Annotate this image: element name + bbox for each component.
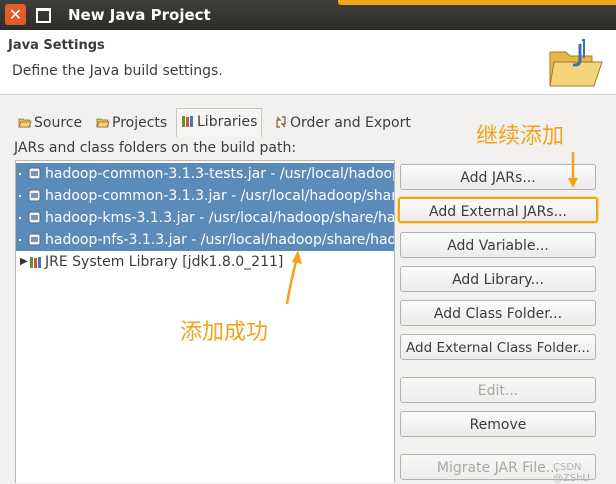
tree-item[interactable]: hadoop-common-3.1.3.jar - /usr/local/had… xyxy=(16,185,394,207)
source-folder-icon xyxy=(18,118,32,128)
order-export-icon xyxy=(276,116,286,128)
window-title: New Java Project xyxy=(68,6,211,24)
tab-libraries[interactable]: Libraries xyxy=(176,108,263,137)
build-path-label: JARs and class folders on the build path… xyxy=(14,140,297,156)
tree-item[interactable]: hadoop-common-3.1.3-tests.jar - /usr/loc… xyxy=(16,163,394,185)
tree-item-label: hadoop-kms-3.1.3.jar - /usr/local/hadoop… xyxy=(45,210,395,226)
close-icon: ✕ xyxy=(8,5,23,24)
tree-bullet-icon xyxy=(19,239,21,241)
close-button[interactable]: ✕ xyxy=(5,4,26,25)
projects-icon xyxy=(96,118,110,128)
tree-item-label: hadoop-common-3.1.3.jar - /usr/local/had… xyxy=(45,188,395,204)
tree-bullet-icon xyxy=(19,195,21,197)
tree-item-label: JRE System Library [jdk1.8.0_211] xyxy=(45,254,284,270)
java-project-folder-icon xyxy=(549,39,603,87)
annotation-continue-adding: 继续添加 xyxy=(476,124,565,149)
annotation-added-successfully: 添加成功 xyxy=(180,320,269,345)
remove-button[interactable]: Remove xyxy=(400,411,596,437)
tab-source[interactable]: Source xyxy=(14,110,86,136)
add-variable-button[interactable]: Add Variable... xyxy=(400,232,596,258)
wizard-header: Java Settings Define the Java build sett… xyxy=(0,30,616,95)
tab-projects[interactable]: Projects xyxy=(92,110,171,136)
watermark: CSDN @ZShU xyxy=(553,462,590,484)
tree-item[interactable]: ▶ JRE System Library [jdk1.8.0_211] xyxy=(16,251,394,273)
tree-item[interactable]: hadoop-nfs-3.1.3.jar - /usr/local/hadoop… xyxy=(16,229,394,251)
libraries-icon xyxy=(182,116,193,127)
expand-arrow-icon[interactable]: ▶ xyxy=(20,251,28,273)
tab-source-label: Source xyxy=(34,115,83,131)
add-class-folder-button[interactable]: Add Class Folder... xyxy=(400,300,596,326)
tree-item-label: hadoop-common-3.1.3-tests.jar - /usr/loc… xyxy=(45,166,395,182)
jar-icon xyxy=(28,189,41,202)
add-library-button[interactable]: Add Library... xyxy=(400,266,596,292)
jar-icon xyxy=(28,211,41,224)
edit-button[interactable]: Edit... xyxy=(400,377,596,403)
maximize-icon xyxy=(36,8,51,23)
jar-icon xyxy=(28,233,41,246)
library-icon xyxy=(30,257,41,268)
maximize-button[interactable] xyxy=(33,4,54,25)
jar-icon xyxy=(28,167,41,180)
add-external-jars-button[interactable]: Add External JARs... xyxy=(398,197,598,223)
tab-order-export[interactable]: Order and Export xyxy=(270,110,415,136)
title-bar: ✕ New Java Project xyxy=(0,0,616,30)
page-description: Define the Java build settings. xyxy=(12,63,223,79)
annotation-arrow-up-icon xyxy=(285,250,302,305)
tab-libraries-label: Libraries xyxy=(197,114,258,130)
add-external-class-folder-button[interactable]: Add External Class Folder... xyxy=(400,334,596,360)
tree-item[interactable]: hadoop-kms-3.1.3.jar - /usr/local/hadoop… xyxy=(16,207,394,229)
title-accent xyxy=(338,0,616,5)
tree-bullet-icon xyxy=(19,173,21,175)
tab-order-export-label: Order and Export xyxy=(290,115,411,131)
annotation-arrow-down-icon xyxy=(568,152,578,188)
tab-projects-label: Projects xyxy=(112,115,168,131)
tree-bullet-icon xyxy=(19,217,21,219)
page-title: Java Settings xyxy=(8,38,105,53)
tree-item-label: hadoop-nfs-3.1.3.jar - /usr/local/hadoop… xyxy=(45,232,395,248)
